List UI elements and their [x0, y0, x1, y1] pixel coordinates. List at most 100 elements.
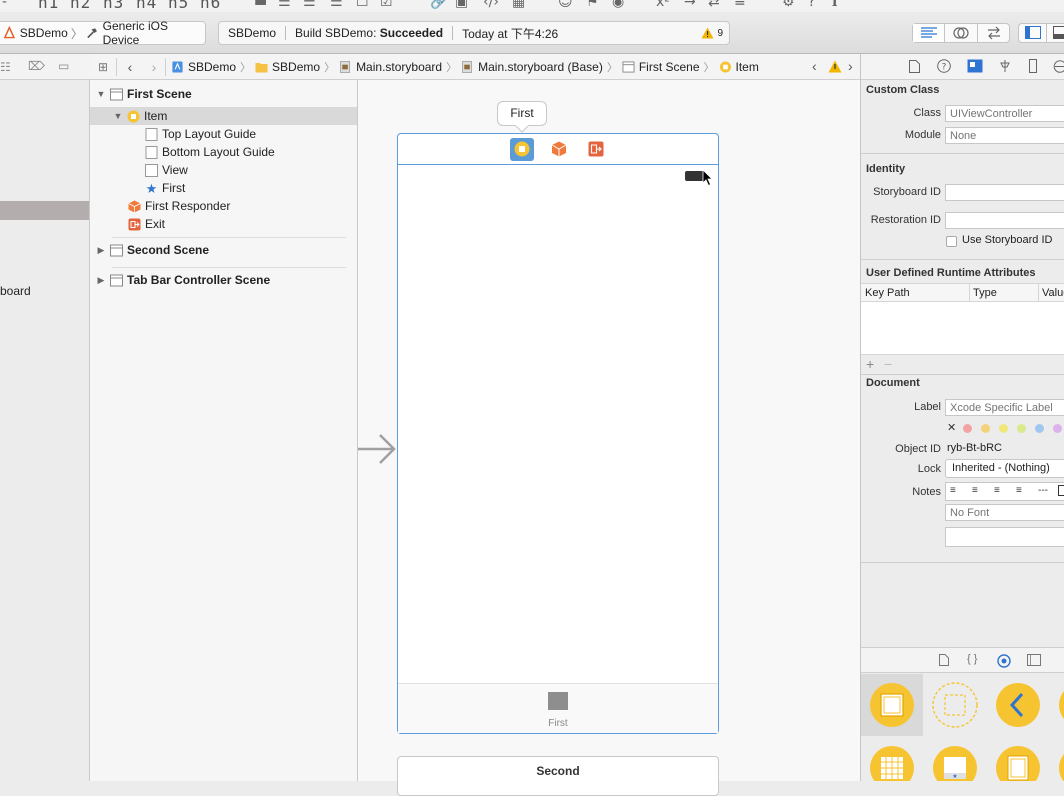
library-storyboard-reference[interactable]	[924, 674, 986, 736]
library-page-view-controller[interactable]	[987, 737, 1049, 781]
library-partial-item[interactable]	[1050, 737, 1064, 781]
use-storyboard-id-checkbox[interactable]	[946, 236, 957, 247]
list-view-icon[interactable]: ☷	[0, 60, 11, 74]
debug-toggle-button[interactable]	[1047, 24, 1064, 42]
ordered-list-icon[interactable]: ☰	[330, 0, 343, 10]
unordered-list-icon[interactable]: ☰	[278, 0, 291, 10]
image-icon[interactable]: ▣	[455, 0, 468, 10]
lock-select[interactable]: Inherited - (Nothing)	[945, 459, 1064, 478]
first-responder-icon[interactable]	[551, 141, 567, 157]
add-attribute-icon[interactable]: +	[866, 356, 874, 372]
document-label-input[interactable]	[945, 399, 1064, 416]
key-path-column[interactable]: Key Path	[865, 287, 910, 299]
heading-1-button[interactable]: h1	[38, 0, 59, 12]
font-input[interactable]	[945, 504, 1064, 521]
crumb-storyboard[interactable]: Main.storyboard〉	[339, 59, 461, 75]
runtime-attributes-table[interactable]	[861, 302, 1064, 354]
outline-tab-bar-controller-scene[interactable]: ▶ Tab Bar Controller Scene	[90, 271, 357, 289]
scene-title-bubble[interactable]: First	[497, 101, 547, 126]
outline-bottom-layout-guide[interactable]: Bottom Layout Guide	[90, 143, 357, 161]
task-icon[interactable]: ☑	[380, 0, 393, 10]
record-icon[interactable]: ◉	[612, 0, 624, 10]
crumb-project[interactable]: SBDemo〉	[171, 59, 255, 75]
red-swatch[interactable]	[963, 424, 972, 433]
outline-view[interactable]: View	[90, 161, 357, 179]
superscript-icon[interactable]: x²	[656, 0, 670, 10]
help-icon[interactable]: ?	[808, 0, 815, 10]
heading-5-button[interactable]: h5	[168, 0, 189, 12]
emoji-icon[interactable]: ☺	[558, 0, 573, 10]
type-column[interactable]: Type	[973, 287, 997, 299]
green-swatch[interactable]	[1017, 424, 1026, 433]
outline-item[interactable]: ▼ Item	[90, 107, 357, 125]
align-right-icon[interactable]: ≡	[994, 485, 1000, 496]
table-icon[interactable]: ▦	[512, 0, 525, 10]
storyboard-id-input[interactable]	[945, 184, 1064, 201]
disclosure-open-icon[interactable]: ▼	[96, 89, 106, 99]
arrow-right-icon[interactable]: →	[684, 0, 696, 10]
media-library-icon[interactable]	[1027, 654, 1041, 666]
link-icon[interactable]: 🔗	[430, 0, 447, 10]
identity-inspector-icon[interactable]	[967, 59, 983, 73]
crumb-storyboard-base[interactable]: Main.storyboard (Base)〉	[461, 59, 622, 75]
library-tab-bar-controller-partial[interactable]	[1050, 674, 1064, 736]
gear-icon[interactable]: ⚙	[782, 0, 795, 10]
module-input[interactable]	[945, 127, 1064, 144]
align-center-icon[interactable]: ≡	[972, 485, 978, 496]
connections-inspector-icon[interactable]	[1053, 60, 1064, 73]
sliders-icon[interactable]: ≡	[734, 0, 746, 10]
attributes-inspector-icon[interactable]	[999, 59, 1011, 73]
back-arrow-icon[interactable]: ‹	[117, 59, 143, 75]
library-navigation-controller[interactable]	[987, 674, 1049, 736]
checkbox-icon[interactable]: ☐	[356, 0, 369, 10]
notes-textarea[interactable]	[945, 527, 1064, 547]
previous-issue-icon[interactable]: ‹	[812, 58, 817, 74]
navigator-file-label[interactable]: board	[0, 284, 31, 298]
heading-4-button[interactable]: h4	[136, 0, 157, 12]
clear-label-color-icon[interactable]: ✕	[947, 421, 956, 434]
blue-swatch[interactable]	[1035, 424, 1044, 433]
natural-align-icon[interactable]: ---	[1038, 485, 1048, 496]
outline-exit[interactable]: Exit	[90, 215, 357, 233]
crumb-item[interactable]: Item	[719, 60, 759, 74]
purple-swatch[interactable]	[1053, 424, 1062, 433]
version-editor-button[interactable]	[978, 24, 1010, 42]
quick-help-icon[interactable]: ?	[937, 59, 951, 73]
exit-icon[interactable]	[588, 141, 604, 157]
restoration-id-input[interactable]	[945, 212, 1064, 229]
disclosure-closed-icon[interactable]: ▶	[96, 245, 106, 256]
justify-icon[interactable]: ≡	[1016, 485, 1022, 496]
orange-swatch[interactable]	[981, 424, 990, 433]
code-snippet-icon[interactable]: { }	[967, 653, 977, 665]
list-icon[interactable]: ☰	[303, 0, 316, 10]
outline-top-layout-guide[interactable]: Top Layout Guide	[90, 125, 357, 143]
disclosure-closed-icon[interactable]: ▶	[96, 275, 106, 286]
crumb-folder[interactable]: SBDemo〉	[255, 59, 339, 75]
scheme-selector[interactable]: SBDemo 〉 Generic iOS Device	[0, 21, 206, 45]
align-left-icon[interactable]: ≡	[950, 485, 956, 496]
file-template-icon[interactable]	[939, 654, 949, 666]
flag-icon[interactable]: ⚑	[586, 0, 599, 10]
file-inspector-icon[interactable]	[909, 60, 920, 73]
second-scene-frame[interactable]: Second	[397, 756, 719, 796]
tab-item-label[interactable]: First	[398, 718, 718, 729]
size-inspector-icon[interactable]	[1029, 59, 1037, 73]
forward-arrow-icon[interactable]: ›	[143, 59, 165, 75]
value-column[interactable]: Value	[1042, 287, 1064, 299]
standard-editor-button[interactable]	[913, 24, 945, 42]
library-view-controller[interactable]	[861, 674, 923, 736]
library-tab-bar-item[interactable]: ★	[924, 737, 986, 781]
tag-icon[interactable]: ⌦	[28, 59, 45, 73]
outline-first-tab-item[interactable]: ★ First	[90, 179, 357, 197]
issue-warning-icon[interactable]	[828, 60, 842, 73]
storyboard-canvas[interactable]: First First Second	[358, 80, 860, 781]
outline-second-scene[interactable]: ▶ Second Scene	[90, 241, 357, 259]
navigator-toggle-button[interactable]	[1019, 24, 1047, 42]
assistant-editor-button[interactable]	[945, 24, 978, 42]
text-color-icon[interactable]	[1058, 485, 1064, 496]
tab-item-icon[interactable]	[548, 692, 568, 710]
next-issue-icon[interactable]: ›	[848, 58, 853, 74]
outline-first-scene[interactable]: ▼ First Scene	[90, 85, 357, 103]
code-icon[interactable]: ‹/›	[483, 0, 499, 10]
dock-view-controller[interactable]	[510, 138, 534, 161]
